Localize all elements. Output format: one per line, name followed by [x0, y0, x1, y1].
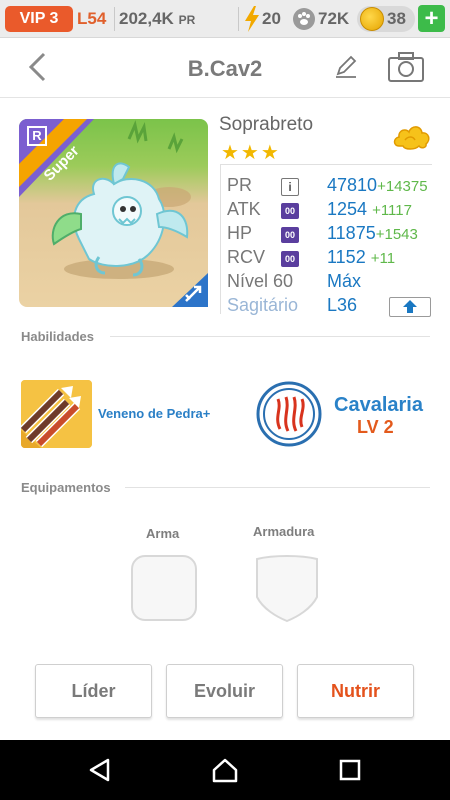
stat-label: PR — [227, 175, 253, 195]
stat-badge: 00 — [281, 203, 299, 219]
skills-section-label: Habilidades — [21, 329, 94, 344]
stat-row-pr: PR i 47810+14375 — [221, 175, 433, 199]
weapon-slot[interactable] — [130, 554, 198, 622]
stat-value: 11875+1543 — [327, 223, 418, 244]
stat-number: 1254 — [327, 199, 368, 219]
equipment-section-label: Equipamentos — [21, 480, 111, 495]
energy-value: 20 — [262, 9, 281, 28]
stat-value: 1152 +11 — [327, 247, 395, 268]
zodiac-sign-level: L36 — [327, 295, 358, 315]
system-nav-bar — [0, 740, 450, 800]
stat-number: 47810 — [327, 175, 378, 195]
stat-bonus: +1117 — [372, 202, 412, 219]
home-icon[interactable] — [211, 756, 239, 784]
dragon-stars: ★★★ — [221, 142, 281, 164]
vip-badge[interactable]: VIP 3 — [5, 6, 73, 32]
status-bar: VIP 3 L54 202,4K PR 20 72K 38 + — [0, 0, 450, 38]
cavalry-skill-icon[interactable] — [256, 381, 322, 447]
stats-panel: PR i 47810+14375 ATK 00 1254 +1117 HP 00… — [220, 164, 433, 317]
zodiac-sign-label[interactable]: Sagitário — [227, 295, 298, 316]
stat-badge: 00 — [281, 227, 299, 243]
food-value: 72K — [318, 9, 350, 28]
stat-bonus: +1543 — [375, 226, 418, 243]
divider — [110, 336, 430, 337]
stat-label: HP — [227, 223, 253, 243]
gold-coin-icon — [360, 7, 384, 31]
gold-value: 38 — [387, 9, 406, 28]
player-level: L54 — [77, 9, 107, 28]
divider — [125, 487, 430, 488]
stat-row-rcv: RCV 00 1152 +11 — [221, 247, 433, 271]
stat-label: RCV — [227, 247, 266, 267]
armor-label: Armadura — [253, 524, 315, 539]
paw-icon — [293, 8, 315, 30]
stat-bonus: +11 — [370, 250, 396, 267]
class-skill-level: LV 2 — [357, 417, 394, 437]
active-skill-name[interactable]: Veneno de Pedra+ — [98, 406, 210, 421]
sign-row: Sagitário L36 — [221, 295, 433, 319]
weapon-label: Arma — [146, 526, 180, 541]
feed-button[interactable]: Nutrir — [297, 664, 414, 718]
stat-value: 47810+14375 — [327, 175, 428, 196]
leader-button[interactable]: Líder — [35, 664, 152, 718]
upgrade-sign-button[interactable] — [389, 297, 431, 317]
stat-row-hp: HP 00 11875+1543 — [221, 223, 433, 247]
class-skill-name[interactable]: Cavalaria — [334, 394, 423, 417]
stat-number: 11875 — [327, 223, 376, 243]
poison-skill-icon[interactable] — [21, 380, 92, 448]
level-value: Máx — [327, 271, 362, 291]
power-number: 202,4K — [119, 9, 174, 28]
add-gold-button[interactable]: + — [418, 5, 445, 32]
stat-value: 1254 +1117 — [327, 199, 412, 220]
stat-label: ATK — [227, 199, 261, 219]
stat-number: 1152 — [327, 247, 366, 267]
level-label: Nível 60 — [227, 271, 294, 291]
edit-pencil-icon[interactable] — [333, 54, 359, 80]
stat-badge: 00 — [281, 251, 299, 267]
armor-slot[interactable] — [253, 553, 321, 623]
power-value: 202,4K PR — [119, 9, 195, 29]
level-row: Nível 60 Máx — [221, 271, 433, 295]
cavalry-class-icon — [172, 273, 208, 307]
camera-icon[interactable] — [387, 51, 425, 83]
element-cloud-icon[interactable] — [393, 122, 431, 152]
divider — [114, 7, 115, 31]
back-triangle-icon[interactable] — [86, 756, 114, 784]
energy-bolt-icon — [245, 6, 259, 32]
rarity-badge: R — [27, 126, 47, 146]
info-icon[interactable]: i — [281, 178, 299, 196]
page-title: B.Cav2 — [187, 56, 263, 81]
power-unit: PR — [178, 13, 196, 27]
up-arrow-icon — [403, 300, 417, 313]
stat-bonus: +14375 — [377, 178, 428, 195]
page-header: B.Cav2 — [0, 38, 450, 98]
divider — [238, 7, 239, 31]
stat-row-atk: ATK 00 1254 +1117 — [221, 199, 433, 223]
recent-apps-icon[interactable] — [336, 756, 364, 784]
dragon-name: Soprabreto — [219, 114, 314, 135]
evolve-button[interactable]: Evoluir — [166, 664, 283, 718]
